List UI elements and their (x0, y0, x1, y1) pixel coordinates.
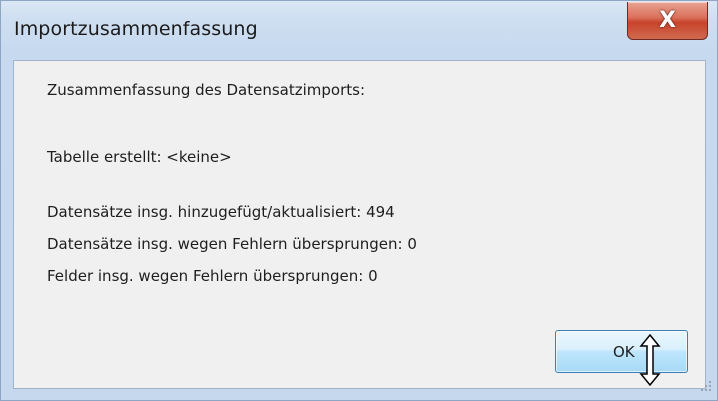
size-grip-icon[interactable] (698, 379, 712, 393)
window-title: Importzusammenfassung (14, 18, 258, 40)
records-added-text: Datensätze insg. hinzugefügt/aktualisier… (47, 203, 395, 221)
ok-button-label: OK (613, 343, 635, 361)
import-summary-dialog: Importzusammenfassung X Zusammenfassung … (0, 0, 718, 401)
table-created-text: Tabelle erstellt: <keine> (47, 148, 232, 166)
vertical-resize-cursor-icon (639, 334, 661, 386)
ok-button[interactable]: OK (555, 330, 688, 373)
fields-skipped-text: Felder insg. wegen Fehlern übersprungen:… (47, 267, 378, 285)
summary-heading: Zusammenfassung des Datensatzimports: (47, 81, 366, 99)
close-icon: X (659, 7, 676, 33)
close-button[interactable]: X (627, 2, 708, 40)
records-skipped-text: Datensätze insg. wegen Fehlern übersprun… (47, 235, 417, 253)
